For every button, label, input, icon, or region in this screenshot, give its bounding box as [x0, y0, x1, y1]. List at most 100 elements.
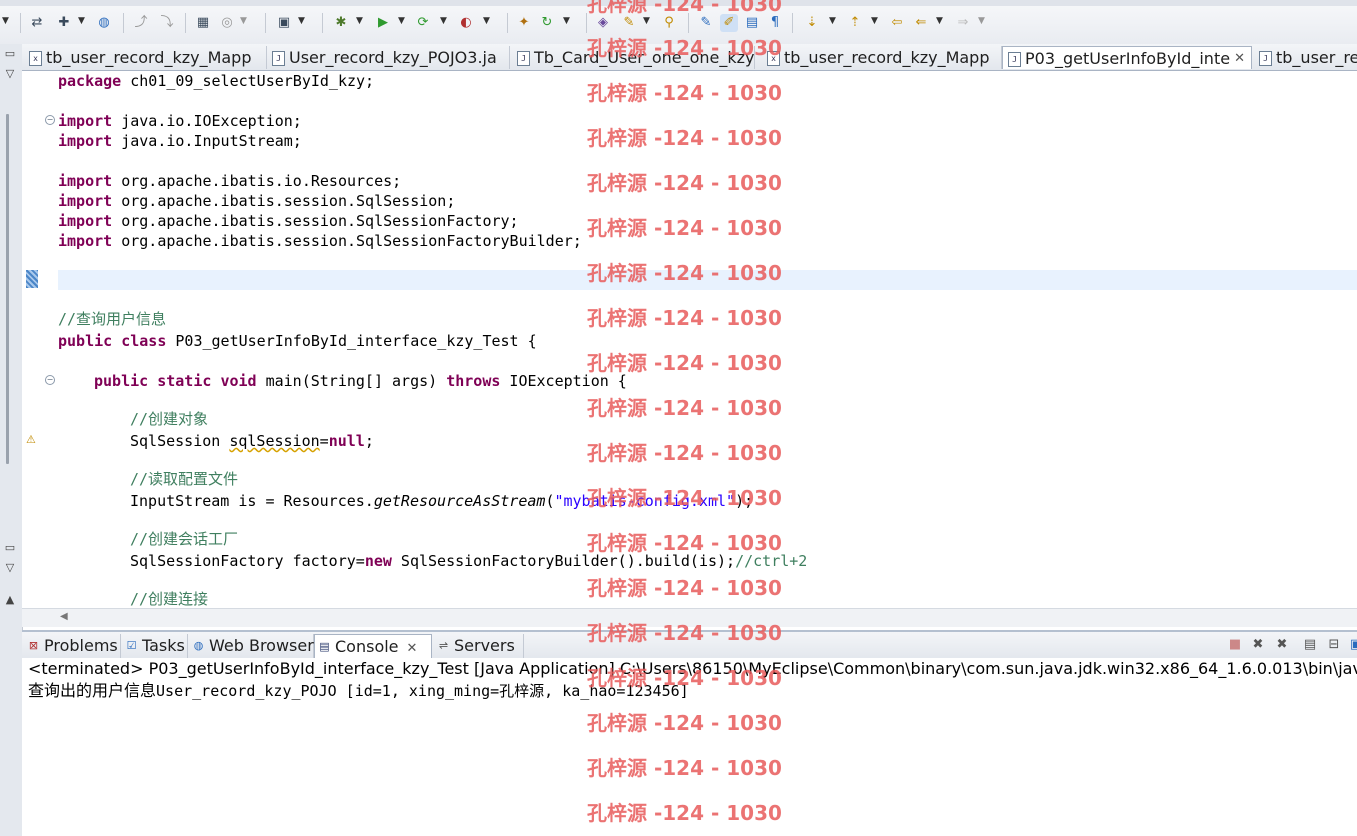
tab-label: Problems [44, 636, 118, 655]
editor-tab-label: Tb_Card_User_one_one_kzy [534, 48, 755, 67]
run-history-icon[interactable]: ⟳ [414, 14, 432, 32]
screenshot-icon[interactable]: ▣ [275, 14, 293, 32]
tab-web-browser[interactable]: ◍ Web Browser [189, 634, 314, 658]
new-server-icon[interactable]: ▦ [194, 14, 212, 32]
editor-horizontal-scrollbar[interactable]: ◀ [22, 608, 1357, 627]
fold-toggle-icon[interactable]: − [45, 375, 55, 385]
toolbar-dropdown-arrow[interactable]: ▼ [398, 16, 405, 26]
toolbar-dropdown-arrow[interactable]: ▼ [978, 16, 985, 26]
editor-tab[interactable]: J tb_user_rec [1254, 46, 1357, 69]
editor-tab[interactable]: x tb_user_record_kzy_Mapp [24, 46, 267, 69]
problems-icon: ⊠ [28, 639, 39, 652]
last-edit-icon[interactable]: ⇦ [888, 14, 906, 32]
chevron-down-icon[interactable]: ▽ [3, 68, 17, 80]
next-annotation-icon[interactable]: ⇣ [803, 14, 821, 32]
open-type-icon[interactable]: ◈ [594, 14, 612, 32]
debug-icon[interactable]: ✱ [332, 14, 350, 32]
tab-servers[interactable]: ⇌ Servers [434, 634, 524, 658]
code-line: import java.io.IOException; [58, 112, 302, 130]
code-line: SqlSessionFactory factory=new SqlSession… [130, 552, 808, 570]
editor-tab-bar: x tb_user_record_kzy_Mapp J User_record_… [22, 44, 1357, 71]
toolbar-dropdown-arrow[interactable]: ▼ [2, 16, 9, 26]
console-icon: ▤ [319, 640, 330, 653]
main-toolbar: ▼ ⇄ ✚ ▼ ◍ ⤴ ⤵ ▦ ◎ ▼ ▣ ▼ ✱ ▼ ▶ ▼ ⟳ ▼ ◐ ▼ … [0, 0, 1357, 45]
warning-icon[interactable]: ⚠ [26, 433, 36, 446]
show-whitespace-icon[interactable]: ▤ [743, 14, 761, 32]
editor-tab-active[interactable]: J P03_getUserInfoById_inte ✕ [1002, 46, 1252, 69]
tab-problems[interactable]: ⊠ Problems [24, 634, 121, 658]
toolbar-dropdown-arrow[interactable]: ▼ [871, 16, 878, 26]
selection-ruler-mark [26, 270, 38, 288]
restore-icon[interactable]: ▭ [3, 48, 17, 60]
remove-all-icon[interactable]: ✖ [1274, 637, 1290, 653]
editor-tab[interactable]: J User_record_kzy_POJO3.ja [267, 46, 510, 69]
toolbar-dropdown-arrow[interactable]: ▼ [643, 16, 650, 26]
tab-label: Web Browser [209, 636, 314, 655]
chevron-down-icon[interactable]: ▽ [3, 562, 17, 574]
editor-tab-label: P03_getUserInfoById_inte [1025, 49, 1231, 68]
toolbar-dropdown-arrow[interactable]: ▼ [356, 16, 363, 26]
prev-annotation-icon[interactable]: ⇡ [846, 14, 864, 32]
back-icon[interactable]: ⇐ [912, 14, 930, 32]
block-selection-icon[interactable]: ✐ [720, 14, 738, 32]
toolbar-separator [322, 13, 323, 33]
terminate-icon[interactable]: ■ [1227, 637, 1243, 653]
close-icon[interactable]: ✕ [1234, 47, 1245, 69]
mark-occurrences-icon[interactable]: ✎ [697, 14, 715, 32]
restore-icon[interactable]: ▭ [3, 542, 17, 554]
editor-tab-label: tb_user_rec [1276, 48, 1357, 67]
vertical-scrollbar[interactable] [6, 114, 9, 464]
forward-icon[interactable]: ⇒ [954, 14, 972, 32]
switch-workspace-icon[interactable]: ⇄ [28, 14, 46, 32]
editor-tab[interactable]: x tb_user_record_kzy_Mapp [762, 46, 1002, 69]
remove-launch-icon[interactable]: ✖ [1250, 637, 1266, 653]
tab-console[interactable]: ▤ Console ✕ [314, 634, 432, 658]
toolbar-dropdown-arrow[interactable]: ▼ [829, 16, 836, 26]
code-line: SqlSession sqlSession=null; [130, 432, 374, 450]
fold-toggle-icon[interactable]: − [45, 115, 55, 125]
globe-icon[interactable]: ◍ [95, 14, 113, 32]
clear-console-icon[interactable]: ▤ [1302, 637, 1318, 653]
tab-label: Tasks [142, 636, 185, 655]
deploy-icon[interactable]: ⤴ [132, 14, 150, 32]
tasks-icon: ☑ [126, 639, 137, 652]
scroll-lock-icon[interactable]: ⊟ [1326, 637, 1342, 653]
toolbar-dropdown-arrow[interactable]: ▼ [298, 16, 305, 26]
editor-tab-label: User_record_kzy_POJO3.ja [289, 48, 497, 67]
toolbar-separator [507, 13, 508, 33]
task-icon[interactable]: ✎ [620, 14, 638, 32]
code-editor[interactable]: ⚠ − − package ch01_09_selectUserById_kzy… [22, 71, 1357, 608]
browser-icon[interactable]: ◎ [218, 14, 236, 32]
pin-console-icon[interactable]: ▣ [1348, 637, 1357, 653]
scroll-up-icon[interactable]: ▲ [3, 594, 17, 606]
toolbar-separator [185, 13, 186, 33]
pilcrow-icon[interactable]: ¶ [766, 14, 784, 32]
search-icon[interactable]: ⚲ [660, 14, 678, 32]
undeploy-icon[interactable]: ⤵ [158, 14, 176, 32]
scroll-left-icon[interactable]: ◀ [60, 611, 68, 622]
code-line: public static void main(String[] args) t… [94, 372, 627, 390]
run-icon[interactable]: ▶ [374, 14, 392, 32]
refresh-icon[interactable]: ↻ [538, 14, 556, 32]
editor-tab[interactable]: J Tb_Card_User_one_one_kzy [512, 46, 755, 69]
close-icon[interactable]: ✕ [407, 641, 418, 656]
java-file-icon: J [272, 51, 285, 66]
toolbar-dropdown-arrow[interactable]: ▼ [483, 16, 490, 26]
toolbar-dropdown-arrow[interactable]: ▼ [240, 16, 247, 26]
toolbar-dropdown-arrow[interactable]: ▼ [78, 16, 85, 26]
console-status-line: <terminated> P03_getUserInfoById_interfa… [28, 659, 1357, 678]
web-browser-icon: ◍ [193, 639, 204, 652]
new-package-icon[interactable]: ✦ [515, 14, 533, 32]
toolbar-separator [792, 13, 793, 33]
java-file-icon: J [1259, 51, 1272, 66]
toolbar-dropdown-arrow[interactable]: ▼ [440, 16, 447, 26]
toolbar-separator [123, 13, 124, 33]
console-output[interactable]: <terminated> P03_getUserInfoById_interfa… [22, 658, 1357, 836]
coverage-icon[interactable]: ◐ [457, 14, 475, 32]
tab-tasks[interactable]: ☑ Tasks [122, 634, 188, 658]
code-comment: //创建对象 [130, 410, 209, 428]
toolbar-dropdown-arrow[interactable]: ▼ [563, 16, 570, 26]
current-line-highlight [58, 270, 1357, 290]
toolbar-dropdown-arrow[interactable]: ▼ [936, 16, 943, 26]
new-wizard-icon[interactable]: ✚ [55, 14, 73, 32]
